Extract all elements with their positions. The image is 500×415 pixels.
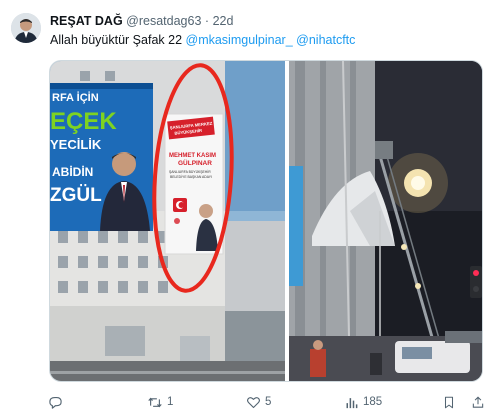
avatar-image (11, 13, 41, 43)
bookmark-button[interactable] (442, 393, 456, 411)
retweet-icon (148, 397, 162, 407)
tweet-actions: 1 5 185 (48, 393, 488, 411)
tweet: REŞAT DAĞ @resatdag63 · 22d Allah büyükt… (0, 0, 500, 415)
tweet-text-prefix: Allah büyüktür Şafak 22 (50, 33, 186, 47)
bookmark-icon (444, 396, 454, 408)
share-button[interactable] (471, 393, 485, 411)
views-icon (346, 397, 358, 408)
retweet-button[interactable]: 1 (147, 393, 173, 411)
banner-name: GÜLPINAR (178, 158, 212, 167)
retweet-count: 1 (167, 396, 174, 408)
views-button[interactable]: 185 (344, 393, 382, 411)
banner-subtitle: ŞANLIURFA BÜYÜKŞEHİR (169, 169, 211, 174)
timestamp[interactable]: 22d (213, 14, 234, 28)
views-count: 185 (363, 396, 383, 408)
mention-link[interactable]: @mkasimgulpinar_ (186, 33, 293, 47)
author-name[interactable]: REŞAT DAĞ (50, 14, 123, 28)
billboard-text: EÇEK (50, 108, 117, 135)
mention-link[interactable]: @nihatcftc (296, 33, 355, 47)
billboard-text: ZGÜL (50, 185, 102, 206)
like-count: 5 (265, 396, 272, 408)
share-icon (472, 396, 484, 408)
reply-button[interactable] (48, 393, 67, 411)
banner-subtitle: BELEDİYE BAŞKAN ADAYI (170, 174, 212, 179)
like-button[interactable]: 5 (246, 393, 271, 411)
billboard-text: RFA İÇİN (52, 91, 99, 104)
tweet-text: Allah büyüktür Şafak 22 @mkasimgulpinar_… (50, 33, 355, 47)
tweet-header: REŞAT DAĞ @resatdag63 · 22d (50, 14, 233, 28)
reply-icon (49, 396, 62, 409)
author-handle[interactable]: @resatdag63 (126, 14, 201, 28)
separator: · (204, 14, 210, 28)
left-photo[interactable]: RFA İÇİN EÇEK YECİLİK ABİDİN ZGÜL ŞANLIU… (50, 61, 285, 382)
banner-name: MEHMET KASIM (169, 153, 216, 159)
media-photos: RFA İÇİN EÇEK YECİLİK ABİDİN ZGÜL ŞANLIU… (50, 61, 483, 382)
billboard-text: YECİLİK (50, 137, 102, 152)
tweet-media[interactable]: RFA İÇİN EÇEK YECİLİK ABİDİN ZGÜL ŞANLIU… (49, 60, 483, 382)
avatar[interactable] (11, 13, 41, 43)
heart-icon (247, 396, 260, 408)
right-photo[interactable] (289, 61, 483, 382)
billboard-text: ABİDİN (52, 164, 93, 179)
